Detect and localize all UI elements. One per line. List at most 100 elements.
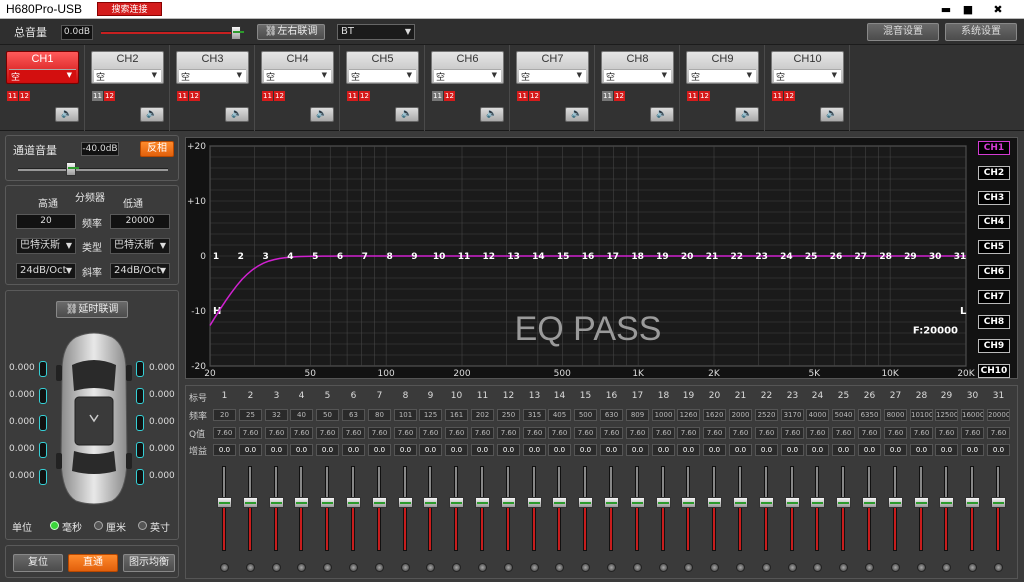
band-gain-slider-knob[interactable] <box>398 497 413 508</box>
band-q-input[interactable]: 7.60 <box>548 427 571 439</box>
band-gain-slider-knob[interactable] <box>552 497 567 508</box>
band-q-input[interactable]: 7.60 <box>703 427 726 439</box>
legend-channel[interactable]: CH4 <box>978 215 1010 230</box>
band-gain-input[interactable]: 0.0 <box>652 444 675 456</box>
band-freq-input[interactable]: 500 <box>574 409 597 421</box>
band-slider-track-upper[interactable] <box>351 466 355 501</box>
band-slider-track-upper[interactable] <box>506 466 510 501</box>
channel-button[interactable]: CH10 空 ▼ <box>771 51 844 84</box>
band-slider-track-upper[interactable] <box>274 466 278 501</box>
band-gain-slider-knob[interactable] <box>294 497 309 508</box>
search-connect-button[interactable]: 搜索连接 <box>97 2 162 16</box>
band-slider-track-lower[interactable] <box>790 501 794 551</box>
band-slider-track-upper[interactable] <box>661 466 665 501</box>
speaker-icon[interactable]: 🔈 <box>395 107 419 122</box>
unit-radio[interactable] <box>138 521 147 530</box>
band-q-input[interactable]: 7.60 <box>729 427 752 439</box>
band-freq-input[interactable]: 202 <box>471 409 494 421</box>
band-slider-track-upper[interactable] <box>712 466 716 501</box>
legend-channel[interactable]: CH10 <box>978 364 1010 379</box>
band-slider-track-upper[interactable] <box>222 466 226 501</box>
band-q-input[interactable]: 7.60 <box>419 427 442 439</box>
channel-tag[interactable]: 12 <box>699 91 710 101</box>
band-bypass-button[interactable] <box>246 563 255 572</box>
speaker-icon[interactable]: 🔈 <box>820 107 844 122</box>
channel-tag[interactable]: 11 <box>517 91 528 101</box>
band-freq-input[interactable]: 80 <box>368 409 391 421</box>
band-slider-track-upper[interactable] <box>583 466 587 501</box>
band-q-input[interactable]: 7.60 <box>600 427 623 439</box>
band-slider-track-lower[interactable] <box>506 501 510 551</box>
mix-settings-button[interactable]: 混音设置 <box>867 23 939 41</box>
band-slider-track-upper[interactable] <box>609 466 613 501</box>
band-gain-slider-knob[interactable] <box>965 497 980 508</box>
band-slider-track-lower[interactable] <box>403 501 407 551</box>
legend-channel[interactable]: CH3 <box>978 190 1010 205</box>
band-q-input[interactable]: 7.60 <box>652 427 675 439</box>
delay-value-right[interactable]: 0.000 <box>149 444 179 454</box>
channel-tag[interactable]: 11 <box>92 91 103 101</box>
band-gain-slider-knob[interactable] <box>630 497 645 508</box>
band-freq-input[interactable]: 405 <box>548 409 571 421</box>
band-slider-track-lower[interactable] <box>635 501 639 551</box>
band-gain-input[interactable]: 0.0 <box>884 444 907 456</box>
delay-value-left[interactable]: 0.000 <box>9 444 39 454</box>
band-gain-slider-knob[interactable] <box>836 497 851 508</box>
band-gain-input[interactable]: 0.0 <box>213 444 236 456</box>
band-q-input[interactable]: 7.60 <box>755 427 778 439</box>
channel-button[interactable]: CH6 空 ▼ <box>431 51 504 84</box>
band-q-input[interactable]: 7.60 <box>677 427 700 439</box>
band-slider-track-upper[interactable] <box>996 466 1000 501</box>
band-slider-track-upper[interactable] <box>790 466 794 501</box>
channel-tag[interactable]: 12 <box>189 91 200 101</box>
channel-button[interactable]: CH1 空 ▼ <box>6 51 79 84</box>
band-freq-input[interactable]: 1000 <box>652 409 675 421</box>
band-gain-input[interactable]: 0.0 <box>987 444 1010 456</box>
system-settings-button[interactable]: 系统设置 <box>945 23 1017 41</box>
band-gain-input[interactable]: 0.0 <box>265 444 288 456</box>
speaker-icon[interactable] <box>136 361 144 377</box>
band-freq-input[interactable]: 2520 <box>755 409 778 421</box>
band-gain-slider-knob[interactable] <box>243 497 258 508</box>
speaker-icon[interactable] <box>136 415 144 431</box>
band-gain-input[interactable]: 0.0 <box>781 444 804 456</box>
speaker-icon[interactable] <box>39 415 47 431</box>
band-q-input[interactable]: 7.60 <box>523 427 546 439</box>
band-q-input[interactable]: 7.60 <box>574 427 597 439</box>
band-freq-input[interactable]: 101 <box>394 409 417 421</box>
band-q-input[interactable]: 7.60 <box>806 427 829 439</box>
band-freq-input[interactable]: 32 <box>265 409 288 421</box>
band-bypass-button[interactable] <box>659 563 668 572</box>
band-freq-input[interactable]: 1260 <box>677 409 700 421</box>
master-volume-knob[interactable] <box>231 26 244 40</box>
band-slider-track-upper[interactable] <box>841 466 845 501</box>
channel-volume-slider[interactable] <box>18 168 168 171</box>
band-bypass-button[interactable] <box>530 563 539 572</box>
band-gain-input[interactable]: 0.0 <box>368 444 391 456</box>
band-bypass-button[interactable] <box>942 563 951 572</box>
band-gain-slider-knob[interactable] <box>759 497 774 508</box>
band-gain-slider-knob[interactable] <box>681 497 696 508</box>
band-gain-input[interactable]: 0.0 <box>961 444 984 456</box>
direct-pass-button[interactable]: 直通 <box>68 554 118 572</box>
band-slider-track-lower[interactable] <box>532 501 536 551</box>
band-slider-track-upper[interactable] <box>403 466 407 501</box>
band-bypass-button[interactable] <box>504 563 513 572</box>
band-slider-track-upper[interactable] <box>299 466 303 501</box>
legend-channel[interactable]: CH5 <box>978 240 1010 255</box>
delay-value-left[interactable]: 0.000 <box>9 363 39 373</box>
band-q-input[interactable]: 7.60 <box>394 427 417 439</box>
band-slider-track-upper[interactable] <box>764 466 768 501</box>
speaker-icon[interactable]: 🔈 <box>565 107 589 122</box>
band-freq-input[interactable]: 20000 <box>987 409 1010 421</box>
band-bypass-button[interactable] <box>478 563 487 572</box>
channel-tag[interactable]: 12 <box>444 91 455 101</box>
delay-value-right[interactable]: 0.000 <box>149 417 179 427</box>
band-gain-slider-knob[interactable] <box>449 497 464 508</box>
channel-tag[interactable]: 11 <box>177 91 188 101</box>
band-slider-track-upper[interactable] <box>325 466 329 501</box>
band-gain-input[interactable]: 0.0 <box>471 444 494 456</box>
band-gain-slider-knob[interactable] <box>346 497 361 508</box>
band-gain-slider-knob[interactable] <box>423 497 438 508</box>
band-freq-input[interactable]: 809 <box>626 409 649 421</box>
